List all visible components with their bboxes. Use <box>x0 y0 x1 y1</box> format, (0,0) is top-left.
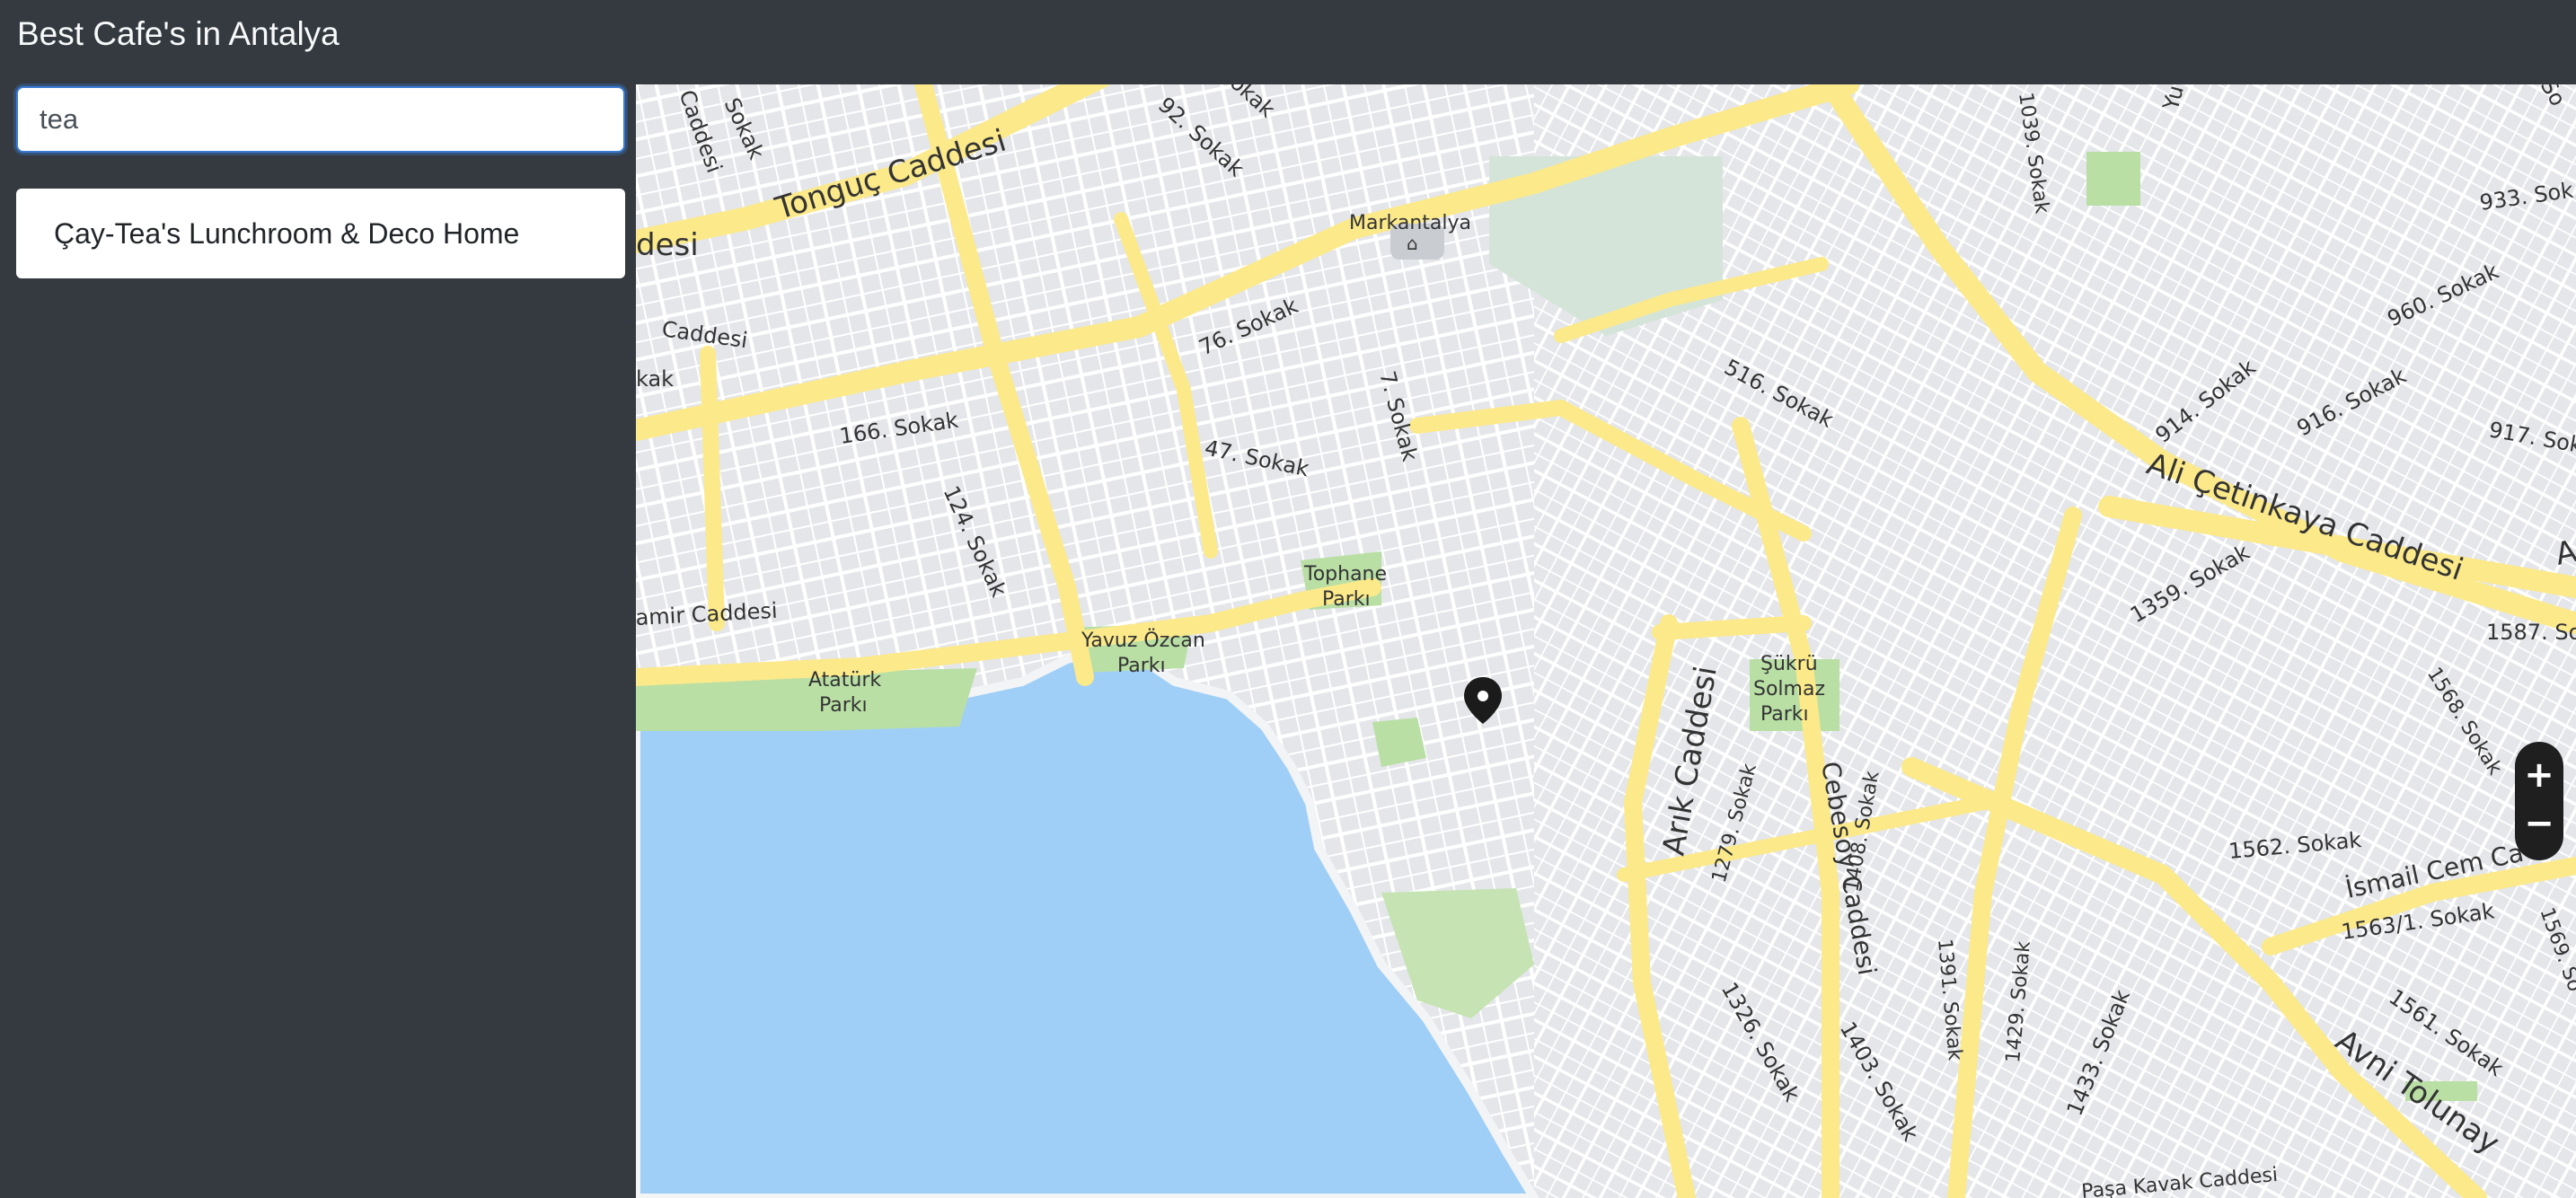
label-yavuz2: Parkı <box>1117 655 1166 677</box>
label-kak: kak <box>636 366 674 392</box>
label-sokak1587: 1587. So <box>2486 620 2576 645</box>
label-sukru2: Solmaz <box>1753 678 1825 700</box>
park-ne <box>2086 152 2140 206</box>
label-yavuz1: Yavuz Özcan <box>1081 629 1205 652</box>
zoom-control: + − <box>2515 742 2563 860</box>
label-ataturk2: Parkı <box>819 694 868 717</box>
label-tophane2: Parkı <box>1322 588 1371 611</box>
zoom-out-button[interactable]: − <box>2515 799 2563 848</box>
app-title: Best Cafe's in Antalya <box>17 15 340 52</box>
zoom-in-button[interactable]: + <box>2515 751 2563 799</box>
search-input[interactable] <box>16 86 625 153</box>
label-sukru3: Parkı <box>1760 703 1809 726</box>
label-ataturk1: Atatürk <box>808 669 881 691</box>
navbar: Best Cafe's in Antalya <box>0 0 2576 84</box>
label-desi: desi <box>636 227 699 263</box>
result-item[interactable]: Çay-Tea's Lunchroom & Deco Home <box>16 189 625 278</box>
result-item-name: Çay-Tea's Lunchroom & Deco Home <box>54 216 520 250</box>
map-canvas[interactable]: ⌂ Tonguç Caddesi Caddesi Sokak desi 92. … <box>636 84 2576 1198</box>
label-markantalya: Markantalya <box>1349 212 1471 234</box>
map[interactable]: ⌂ Tonguç Caddesi Caddesi Sokak desi 92. … <box>636 84 2576 1198</box>
park-harbor <box>1372 718 1426 767</box>
label-sukru1: Şükrü <box>1760 653 1818 675</box>
svg-text:⌂: ⌂ <box>1407 233 1418 254</box>
label-tophane1: Tophane <box>1303 563 1387 586</box>
